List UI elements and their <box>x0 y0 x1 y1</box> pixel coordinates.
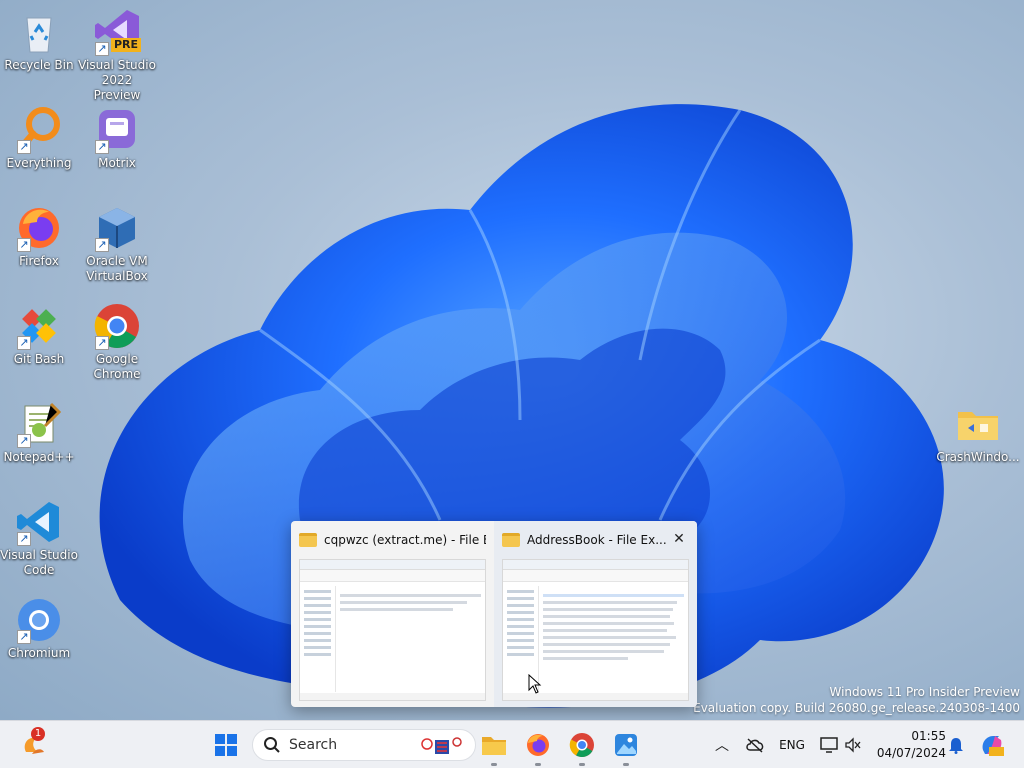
window-thumbnail-cqpwzc[interactable]: cqpwzc (extract.me) - File Ex... <box>291 521 494 707</box>
vscode-icon: ↗ <box>15 498 63 546</box>
desktop-icon-vscode[interactable]: ↗ Visual Studio Code <box>0 498 78 578</box>
shortcut-arrow-icon: ↗ <box>17 532 31 546</box>
chrome-icon <box>569 733 594 758</box>
tray-volume[interactable] <box>842 721 864 768</box>
desktop-icon-label: Visual Studio Code <box>0 548 78 577</box>
desktop-icon-label: Chromium <box>7 646 71 660</box>
taskbar-chrome[interactable] <box>562 721 602 768</box>
chromium-icon: ↗ <box>15 596 63 644</box>
thumbnail-title-text: AddressBook - File Ex... <box>527 533 667 547</box>
folder-icon <box>954 400 1002 448</box>
desktop-icon-firefox[interactable]: ↗ Firefox <box>0 204 78 269</box>
taskbar: Search ︿ ENG 01:55 04/07/2024 <box>0 720 1024 768</box>
recycle-bin-icon <box>15 8 63 56</box>
thumbnail-title: cqpwzc (extract.me) - File Ex... <box>299 529 486 551</box>
desktop-icon-motrix[interactable]: ↗ Motrix <box>78 106 156 171</box>
volume-muted-icon <box>845 737 861 753</box>
windows-logo-icon <box>215 734 237 756</box>
shortcut-arrow-icon: ↗ <box>17 140 31 154</box>
search-highlight-icon <box>421 737 462 754</box>
evaluation-watermark: Windows 11 Pro Insider Preview Evaluatio… <box>693 684 1020 716</box>
search-placeholder: Search <box>289 737 338 753</box>
clock-date: 04/07/2024 <box>876 746 946 760</box>
desktop-icon-label: Git Bash <box>13 352 65 366</box>
desktop-icon-recycle-bin[interactable]: Recycle Bin <box>0 8 78 73</box>
language-indicator: ENG <box>779 738 805 752</box>
copilot-preview-icon <box>982 736 1004 756</box>
shortcut-arrow-icon: ↗ <box>95 238 109 252</box>
motrix-icon: ↗ <box>93 106 141 154</box>
widgets-notification-badge: 1 <box>31 727 45 741</box>
cloud-offline-icon <box>746 738 764 753</box>
desktop-icon-label: Firefox <box>19 254 59 268</box>
search-icon <box>264 737 280 753</box>
desktop-icon-label: Motrix <box>98 156 136 170</box>
taskbar-photos[interactable] <box>606 721 646 768</box>
notepadpp-icon: ↗ <box>15 400 63 448</box>
shortcut-arrow-icon: ↗ <box>95 140 109 154</box>
desktop-icon-label: Recycle Bin <box>4 58 74 72</box>
firefox-icon <box>527 734 549 756</box>
bell-icon <box>949 738 963 754</box>
desktop-icon-chrome[interactable]: ↗ Google Chrome <box>78 302 156 382</box>
virtualbox-icon: ↗ <box>93 204 141 252</box>
network-icon <box>820 737 838 753</box>
firefox-icon: ↗ <box>15 204 63 252</box>
mouse-cursor-icon <box>528 674 542 694</box>
shortcut-arrow-icon: ↗ <box>17 238 31 252</box>
desktop-icon-label: Notepad++ <box>3 450 75 464</box>
show-hidden-icons-button[interactable]: ︿ <box>710 721 734 768</box>
desktop-icon-virtualbox[interactable]: ↗ Oracle VM VirtualBox <box>78 204 156 284</box>
folder-icon <box>299 533 317 547</box>
tray-language[interactable]: ENG <box>776 721 808 768</box>
close-icon[interactable]: ✕ <box>671 531 687 547</box>
everything-search-icon: ↗ <box>15 106 63 154</box>
shortcut-arrow-icon: ↗ <box>95 336 109 350</box>
file-explorer-icon <box>482 737 506 755</box>
start-button[interactable] <box>206 721 246 768</box>
desktop-icon-label: Oracle VM VirtualBox <box>86 254 148 283</box>
visual-studio-preview-icon: PRE ↗ <box>93 8 142 56</box>
copilot-button[interactable] <box>976 721 1008 768</box>
preview-badge: PRE <box>111 38 142 52</box>
shortcut-arrow-icon: ↗ <box>17 336 31 350</box>
taskbar-firefox[interactable] <box>518 721 558 768</box>
desktop-icon-label: CrashWindo... <box>936 450 1020 464</box>
desktop-icon-everything[interactable]: ↗ Everything <box>0 106 78 171</box>
photos-icon <box>615 734 637 756</box>
desktop-icon-notepadpp[interactable]: ↗ Notepad++ <box>0 400 78 465</box>
git-bash-icon: ↗ <box>15 302 63 350</box>
desktop-icon-visual-studio-preview[interactable]: PRE ↗ Visual Studio 2022 Preview <box>78 8 156 103</box>
desktop-icon-git-bash[interactable]: ↗ Git Bash <box>0 302 78 367</box>
watermark-line2: Evaluation copy. Build 26080.ge_release.… <box>693 701 1020 715</box>
clock-time: 01:55 <box>911 729 946 743</box>
folder-icon <box>502 533 520 547</box>
taskbar-preview-popup: cqpwzc (extract.me) - File Ex... Address… <box>291 521 697 707</box>
thumbnail-title: AddressBook - File Ex... <box>502 529 667 551</box>
desktop-icon-chromium[interactable]: ↗ Chromium <box>0 596 78 661</box>
desktop-icon-label: Everything <box>6 156 72 170</box>
chrome-icon: ↗ <box>93 302 141 350</box>
watermark-line1: Windows 11 Pro Insider Preview <box>829 685 1020 699</box>
desktop-icon-label: Visual Studio 2022 Preview <box>78 58 156 102</box>
tray-onedrive[interactable] <box>742 721 768 768</box>
search-box[interactable]: Search <box>252 729 476 761</box>
thumbnail-title-text: cqpwzc (extract.me) - File Ex... <box>324 533 486 547</box>
tray-network[interactable] <box>818 721 840 768</box>
shortcut-arrow-icon: ↗ <box>17 434 31 448</box>
taskbar-clock[interactable]: 01:55 04/07/2024 <box>868 728 946 762</box>
notifications-button[interactable] <box>946 721 966 768</box>
desktop-icon-label: Google Chrome <box>93 352 141 381</box>
shortcut-arrow-icon: ↗ <box>95 42 109 56</box>
window-preview <box>299 559 486 701</box>
taskbar-file-explorer[interactable] <box>474 721 514 768</box>
shortcut-arrow-icon: ↗ <box>17 630 31 644</box>
desktop-icon-crashwindo[interactable]: CrashWindo... <box>936 400 1020 465</box>
chevron-up-icon: ︿ <box>715 738 729 754</box>
window-thumbnail-addressbook[interactable]: AddressBook - File Ex... ✕ <box>494 521 697 707</box>
